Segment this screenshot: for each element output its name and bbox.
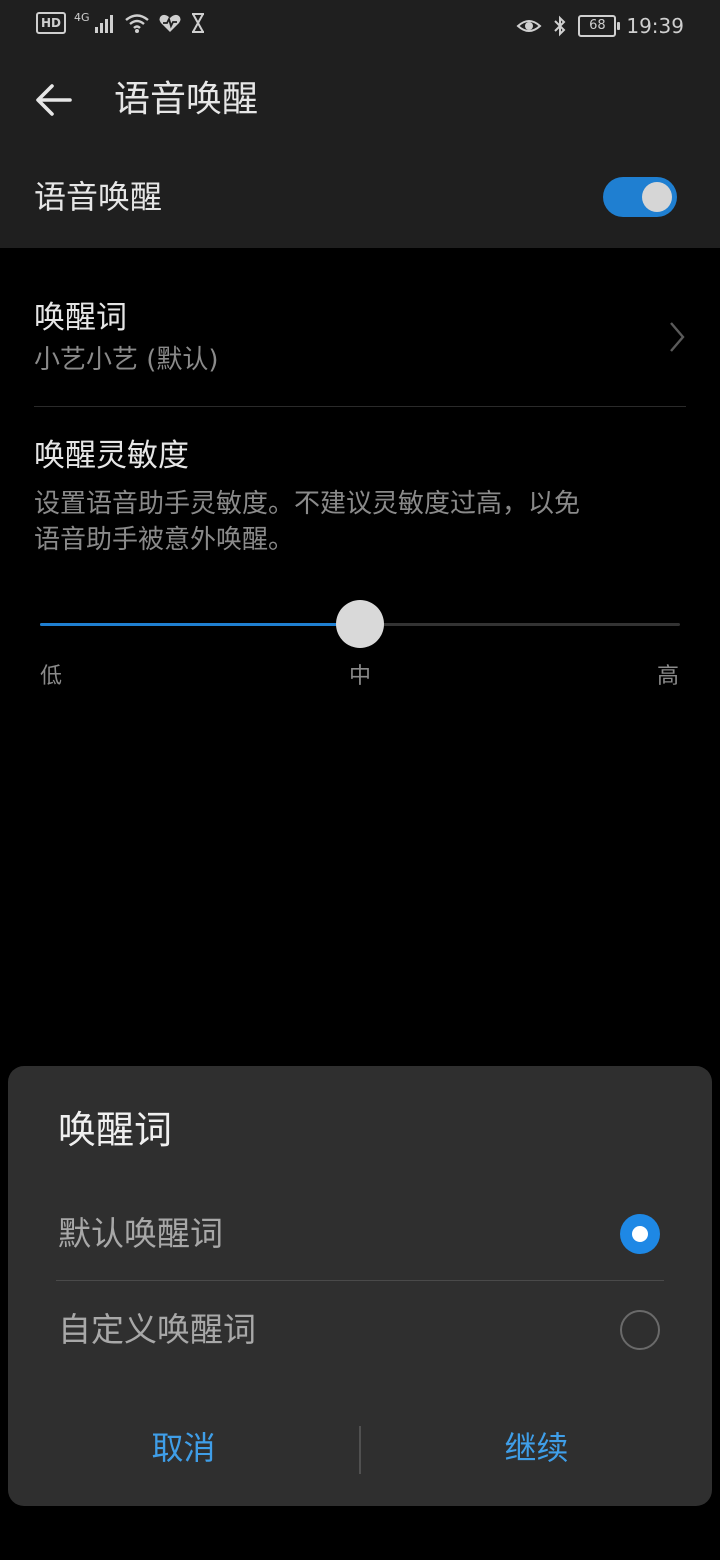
sensitivity-title: 唤醒灵敏度 — [34, 438, 189, 474]
app-bar: 语音唤醒 — [0, 52, 720, 146]
network-type: 4G — [74, 10, 90, 24]
sensitivity-description-line2: 语音助手被意外唤醒。 — [34, 525, 295, 555]
option-default-wake-word[interactable]: 默认唤醒词 — [8, 1186, 712, 1282]
radio-unselected-icon[interactable] — [620, 1310, 660, 1350]
option-label: 自定义唤醒词 — [58, 1310, 256, 1349]
chevron-right-icon — [670, 322, 685, 352]
cell-signal-icon — [94, 15, 113, 33]
wake-word-row[interactable]: 唤醒词 小艺小艺 (默认) — [0, 264, 720, 406]
option-label: 默认唤醒词 — [58, 1214, 223, 1253]
dialog-divider — [56, 1280, 664, 1281]
status-left: HD 4G — [36, 12, 206, 34]
sensitivity-high-label: 高 — [657, 664, 680, 689]
page-title: 语音唤醒 — [114, 79, 259, 120]
option-custom-wake-word[interactable]: 自定义唤醒词 — [8, 1282, 712, 1378]
wake-word-dialog: 唤醒词 默认唤醒词 自定义唤醒词 取消 继续 — [8, 1066, 712, 1506]
status-time: 19:39 — [626, 14, 684, 38]
voice-wake-label: 语音唤醒 — [34, 178, 163, 216]
sensitivity-slider[interactable] — [40, 600, 680, 648]
health-icon — [159, 14, 181, 32]
wake-word-title: 唤醒词 — [34, 300, 127, 336]
sensitivity-low-label: 低 — [40, 664, 63, 689]
hd-badge: HD — [36, 12, 67, 34]
eye-comfort-icon — [516, 20, 542, 32]
switch-knob — [642, 182, 672, 212]
row-divider — [34, 406, 686, 407]
back-arrow-icon[interactable] — [30, 76, 78, 124]
battery-icon: 68 — [578, 15, 621, 37]
slider-fill — [40, 623, 360, 626]
radio-selected-icon[interactable] — [620, 1214, 660, 1254]
cancel-button[interactable]: 取消 — [8, 1418, 359, 1478]
dialog-title: 唤醒词 — [58, 1108, 173, 1152]
status-bar: HD 4G 68 19:39 — [0, 0, 720, 52]
bluetooth-icon — [554, 15, 566, 37]
settings-section: 唤醒词 小艺小艺 (默认) 唤醒灵敏度 设置语音助手灵敏度。不建议灵敏度过高，以… — [0, 264, 720, 712]
wake-word-value: 小艺小艺 (默认) — [34, 345, 219, 375]
slider-thumb[interactable] — [336, 600, 384, 648]
status-right: 68 19:39 — [516, 12, 684, 40]
continue-button[interactable]: 继续 — [361, 1418, 712, 1478]
hourglass-icon — [191, 13, 204, 33]
sensitivity-mid-label: 中 — [349, 664, 372, 689]
voice-wake-switch[interactable] — [603, 177, 677, 217]
sensitivity-description-line1: 设置语音助手灵敏度。不建议灵敏度过高，以免 — [34, 489, 581, 519]
wifi-icon — [124, 14, 149, 33]
